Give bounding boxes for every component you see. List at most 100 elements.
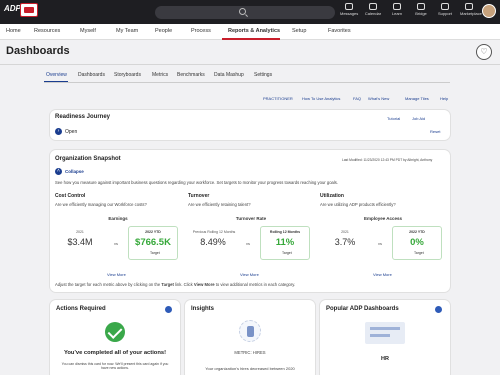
insight-metric: METRIC: HIRES [234,350,266,355]
earnings-curr-label: 2022 YTD [145,230,161,234]
turnover-curr-value: 11% [275,237,295,248]
whats-new-link[interactable]: What's New [368,96,389,101]
tab-dashboards[interactable]: Dashboards [78,72,105,78]
messages-button[interactable]: Messages [340,3,358,16]
readiness-status: Open [65,129,78,135]
snapshot-intro: See how you measure against important bu… [55,180,339,185]
nav-my-team[interactable]: My Team [116,28,138,34]
insight-text: Your organization's hires decreased betw… [205,366,295,371]
faq-link[interactable]: FAQ [353,96,361,101]
book-icon [393,3,401,10]
practitioner-link[interactable]: PRACTITIONER [263,96,293,101]
bridge-button[interactable]: Bridge [412,3,430,16]
search-input[interactable] [155,6,335,19]
turnover-vs: vs [246,241,250,246]
collapse-chevron-icon[interactable]: ˄ [55,168,62,175]
utilization-heading: Utilization [320,193,344,199]
earnings-target-link[interactable]: Target [150,251,160,255]
actions-note: You can dismiss this card for now. We'll… [61,362,169,370]
marketplace-button[interactable]: Marketplace [460,3,482,16]
access-target-link[interactable]: Target [414,251,424,255]
nav-reports-analytics[interactable]: Reports & Analytics [228,28,280,34]
actions-required-card: Actions Required You've completed all of… [50,300,180,375]
nav-resources[interactable]: Resources [34,28,60,34]
insights-title: Insights [191,306,215,312]
dashboard-tabs: Overview Dashboards Storyboards Metrics … [44,70,450,82]
page-title: Dashboards [6,45,70,57]
nav-myself[interactable]: Myself [80,28,96,34]
nav-favorites[interactable]: Favorites [328,28,351,34]
tab-storyboards[interactable]: Storyboards [114,72,141,78]
reset-link[interactable]: Reset [430,129,440,134]
readiness-title: Readiness Journey [55,114,111,120]
hr-dashboard-label[interactable]: HR [325,356,445,362]
insight-illustration-icon [239,320,261,342]
store-icon [465,3,473,10]
last-modified-text: Last Modified: 11/23/2020 12:43 PM PDT b… [342,158,433,162]
help-link[interactable]: Help [440,96,448,101]
question-icon [441,3,449,10]
search-icon [239,8,246,15]
tab-divider [44,82,450,83]
turnover-target-link[interactable]: Target [282,251,292,255]
actions-complete-text: You've completed all of your actions! [63,350,167,356]
nav-active-indicator [222,38,280,40]
turnover-metric-title: Turnover Rate [235,216,267,221]
nav-people[interactable]: People [155,28,172,34]
earnings-view-more[interactable]: View More [107,272,126,277]
checkmark-icon [105,322,125,342]
hr-dashboard-thumbnail[interactable] [365,322,405,344]
title-divider [0,64,500,65]
earnings-curr-value: $766.5K [135,237,171,248]
support-button[interactable]: Support [436,3,454,16]
earnings-metric-title: Earnings [108,216,128,221]
turnover-heading: Turnover [188,193,210,199]
nav-setup[interactable]: Setup [292,28,306,34]
favorite-heart-icon[interactable]: ♡ [476,44,492,60]
envelope-icon [345,3,353,10]
cost-control-question: Are we efficiently managing our Workforc… [55,202,147,207]
turnover-view-more[interactable]: View More [240,272,259,277]
turnover-question: Are we efficiently retaining talent? [188,202,251,207]
popular-title: Popular ADP Dashboards [326,306,399,312]
nav-home[interactable]: Home [6,28,21,34]
gear-icon[interactable] [435,306,442,313]
company-badge-icon[interactable] [20,3,38,17]
earnings-prev-value: $3.4M [67,237,93,247]
calendar-button[interactable]: Calendar [364,3,382,16]
nav-process[interactable]: Process [191,28,211,34]
actions-title: Actions Required [56,306,106,312]
learn-button[interactable]: Learn [388,3,406,16]
adp-logo[interactable]: ADP [4,4,21,13]
gear-icon[interactable] [165,306,172,313]
top-icon-group: Messages Calendar Learn Bridge Support M… [340,3,482,16]
turnover-prev-value: 8.49% [200,237,226,247]
how-to-link[interactable]: How To Use Analytics [302,96,340,101]
access-vs: vs [378,241,382,246]
readiness-journey-card: Readiness Journey › Open Tutorial Job Ai… [50,110,450,140]
calendar-icon [369,3,377,10]
utilization-question: Are we utilizing ADP products efficientl… [320,202,396,207]
turnover-curr-label: Rolling 12 Months [269,230,301,234]
tab-data-mashup[interactable]: Data Mashup [214,72,244,78]
job-aid-link[interactable]: Job Aid [412,116,425,121]
tab-overview[interactable]: Overview [46,72,67,78]
tab-benchmarks[interactable]: Benchmarks [177,72,205,78]
bridge-icon [417,3,425,10]
collapse-link[interactable]: Collapse [65,169,84,174]
cost-control-heading: Cost Control [55,193,86,199]
tab-settings[interactable]: Settings [254,72,272,78]
user-avatar[interactable] [482,4,496,18]
chevron-right-icon[interactable]: › [55,128,62,135]
tab-metrics[interactable]: Metrics [152,72,168,78]
employee-access-metric-title: Employee Access [363,216,403,221]
manage-tiles-link[interactable]: Manage Tiles [405,96,429,101]
popular-dashboards-card: Popular ADP Dashboards HR [320,300,450,375]
access-curr-value: 0% [410,237,424,248]
access-view-more[interactable]: View More [373,272,392,277]
snapshot-title: Organization Snapshot [55,156,121,162]
insights-card: Insights METRIC: HIRES Your organization… [185,300,315,375]
access-prev-value: 3.7% [334,237,356,247]
earnings-prev-label: 2021 [76,230,84,234]
tutorial-link[interactable]: Tutorial [387,116,400,121]
